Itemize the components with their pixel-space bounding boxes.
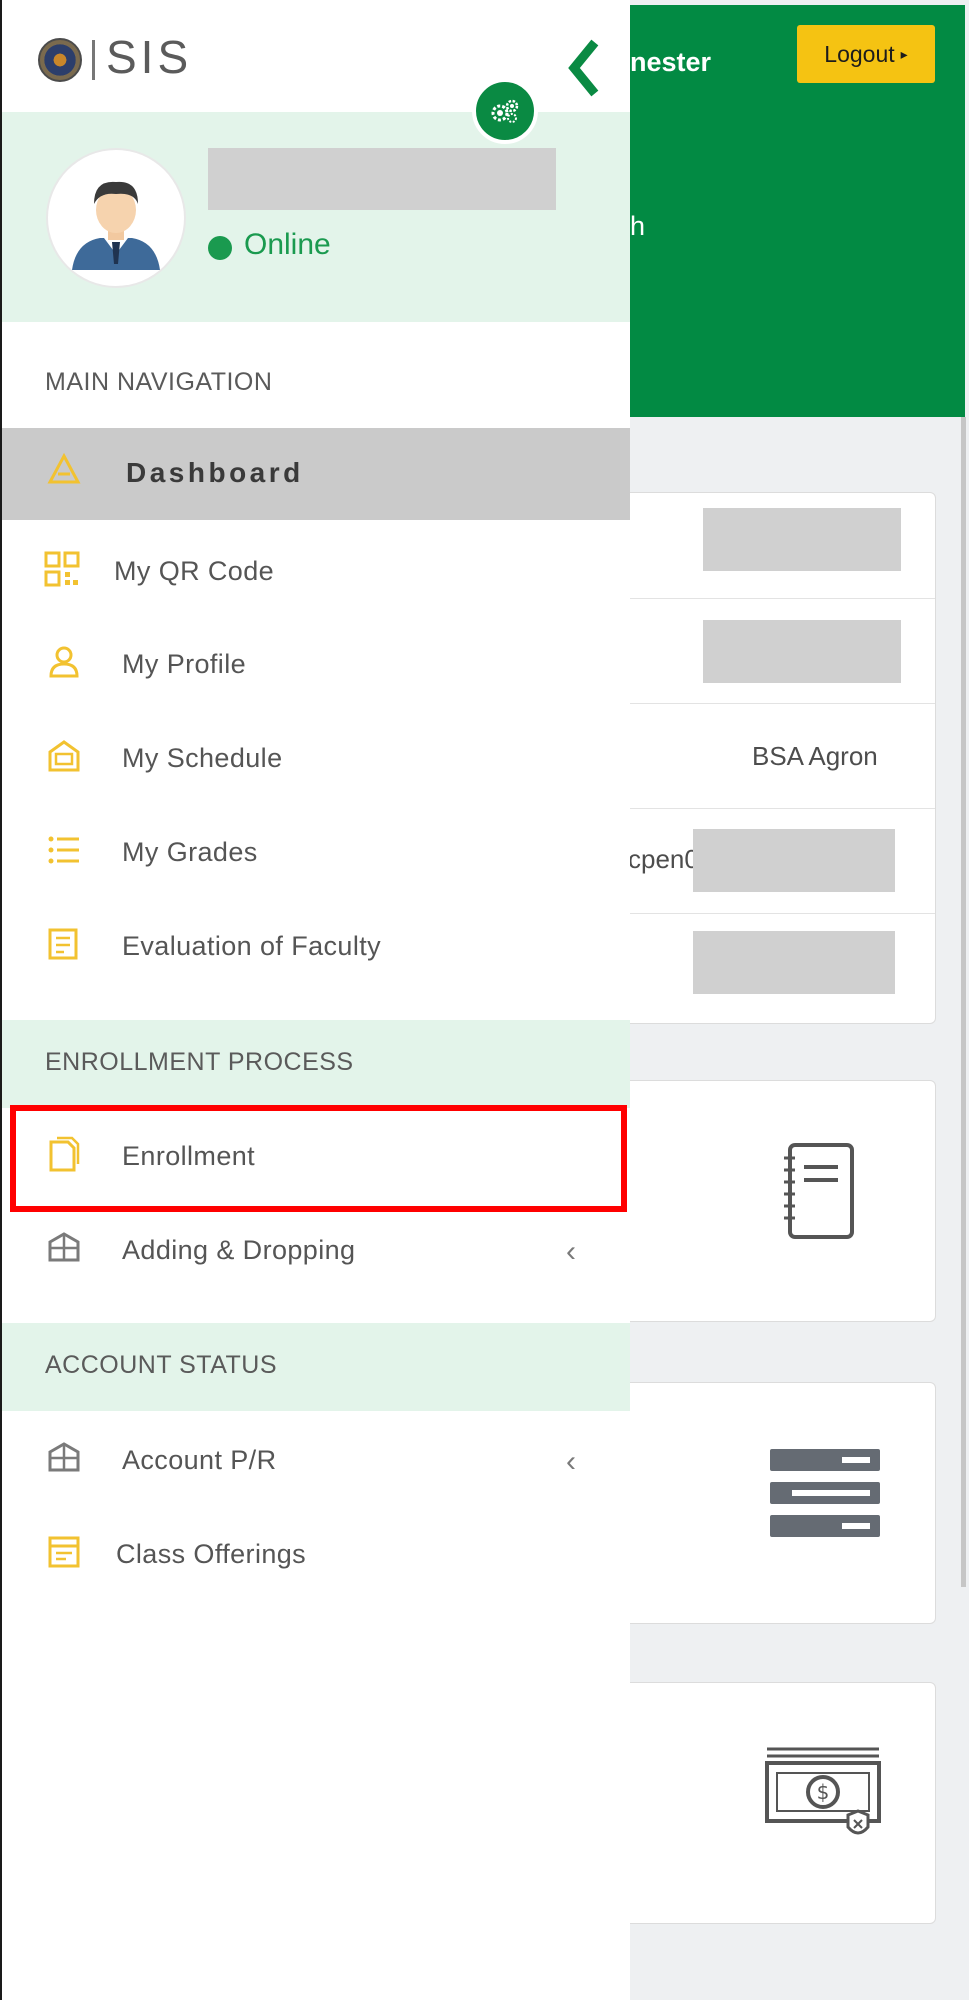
- online-status-dot: [208, 236, 232, 260]
- sidebar-item-adding-dropping[interactable]: Adding & Dropping ‹: [2, 1206, 630, 1298]
- section-main-navigation: MAIN NAVIGATION: [2, 340, 630, 428]
- info-row: [630, 913, 935, 1018]
- sidebar-item-my-grades[interactable]: My Grades: [2, 808, 630, 900]
- logout-label: Logout: [824, 40, 895, 67]
- enrollment-card[interactable]: [630, 1080, 936, 1322]
- sidebar-brand: SIS: [2, 0, 630, 112]
- chevron-left-icon: ‹: [566, 1235, 576, 1268]
- document-icon: [49, 1136, 80, 1172]
- sidebar-item-class-offerings[interactable]: Class Offerings: [2, 1510, 630, 1602]
- sidebar-item-label: Dashboard: [126, 457, 304, 488]
- chevron-left-icon[interactable]: [562, 38, 602, 98]
- redacted-value: [703, 620, 901, 683]
- box-icon: [48, 1232, 80, 1262]
- scrollbar[interactable]: [961, 417, 966, 1587]
- program-text: BSA Agron: [752, 741, 878, 771]
- svg-text:$: $: [817, 1780, 830, 1804]
- sidebar-item-my-profile[interactable]: My Profile: [2, 620, 630, 712]
- app-name: SIS: [106, 31, 193, 83]
- user-avatar-icon: [58, 160, 174, 276]
- redacted-value: [703, 508, 901, 571]
- notebook-icon: [784, 1143, 854, 1239]
- logout-button[interactable]: Logout ▸: [797, 25, 935, 83]
- sidebar-item-my-qr-code[interactable]: My QR Code: [2, 527, 630, 619]
- sidebar-item-label: Adding & Dropping: [122, 1235, 356, 1265]
- chevron-left-icon: ‹: [566, 1445, 576, 1478]
- box-icon: [48, 1442, 80, 1472]
- online-status-label: Online: [244, 228, 331, 261]
- info-row: [630, 493, 935, 599]
- logo-divider: [92, 40, 95, 80]
- sidebar-item-label: Enrollment: [122, 1141, 256, 1171]
- sidebar-item-label: Evaluation of Faculty: [122, 931, 382, 961]
- section-title: ENROLLMENT PROCESS: [45, 1048, 354, 1076]
- redacted-value: [693, 931, 895, 994]
- sidebar-item-label: Class Offerings: [116, 1539, 307, 1569]
- evaluation-icon: [48, 928, 78, 960]
- email-text: cpen0: [628, 844, 699, 874]
- info-row: [630, 598, 935, 704]
- section-account-status: ACCOUNT STATUS: [2, 1323, 630, 1411]
- student-info-card: BSA Agron cpen0: [628, 492, 936, 1024]
- info-row: cpen0: [628, 808, 935, 914]
- sidebar-item-label: My Schedule: [122, 743, 283, 773]
- sidebar-item-evaluation-of-faculty[interactable]: Evaluation of Faculty: [2, 902, 630, 994]
- sidebar-item-dashboard[interactable]: Dashboard: [2, 428, 630, 520]
- semester-text: nester: [630, 47, 712, 77]
- section-enrollment-process: ENROLLMENT PROCESS: [2, 1020, 630, 1108]
- settings-button[interactable]: [472, 78, 538, 144]
- profile-icon: [49, 646, 79, 678]
- dashboard-icon: [47, 452, 81, 484]
- section-title: ACCOUNT STATUS: [45, 1351, 278, 1379]
- redacted-value: [693, 829, 895, 892]
- sidebar-item-account-pr[interactable]: Account P/R ‹: [2, 1416, 630, 1508]
- schedule-icon: [48, 740, 80, 772]
- records-card[interactable]: [630, 1382, 936, 1624]
- sidebar-item-label: My Grades: [122, 837, 258, 867]
- avatar[interactable]: [48, 150, 184, 286]
- list-icon: [48, 836, 79, 864]
- qr-code-icon: [44, 551, 80, 587]
- payment-card[interactable]: $: [630, 1682, 936, 1924]
- header-subtext: h: [630, 211, 646, 241]
- money-icon: $: [765, 1747, 881, 1835]
- sidebar-item-label: Account P/R: [122, 1445, 277, 1475]
- user-panel: Online: [2, 112, 630, 322]
- sidebar-item-label: My QR Code: [114, 556, 275, 586]
- server-stack-icon: [770, 1449, 880, 1537]
- section-title: MAIN NAVIGATION: [45, 368, 273, 396]
- sidebar-item-label: My Profile: [122, 649, 247, 679]
- school-seal-icon: [38, 38, 82, 82]
- sidebar: SIS Online MAIN NAVIGATION Dashboard My …: [0, 0, 630, 2000]
- gears-icon: [491, 99, 519, 123]
- info-row: BSA Agron: [630, 703, 935, 809]
- sidebar-item-my-schedule[interactable]: My Schedule: [2, 714, 630, 806]
- sidebar-item-enrollment[interactable]: Enrollment: [2, 1112, 630, 1204]
- redacted-username: [208, 148, 556, 210]
- caret-right-icon: ▸: [900, 45, 908, 62]
- calendar-icon: [48, 1536, 80, 1568]
